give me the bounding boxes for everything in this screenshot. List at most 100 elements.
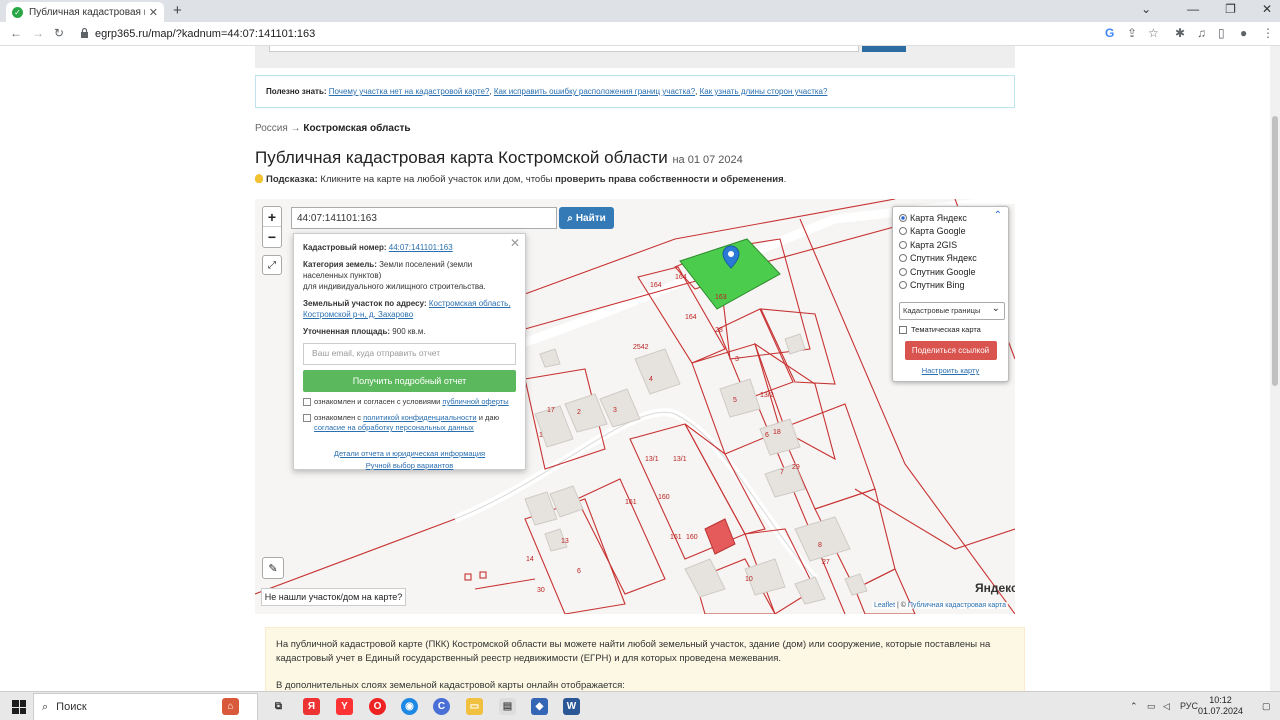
parcel-label: 7 [780, 469, 784, 476]
layer-option-yandex-map[interactable]: Карта Яндекс [899, 211, 1002, 225]
cad-number-link[interactable]: 44:07:141101:163 [389, 243, 453, 252]
pkk-link[interactable]: Публичная кадастровая карта [908, 602, 1006, 609]
parcel-label: 17 [547, 407, 555, 414]
extensions-icon[interactable]: ✱ [1175, 26, 1185, 40]
reload-icon[interactable]: ↻ [54, 26, 64, 40]
opera-icon[interactable]: O [369, 698, 386, 715]
cadastral-map[interactable]: 163 164 164 164 28 3 2542 4 5 13/2 6 18 … [255, 199, 1015, 614]
layer-label: Спутник Bing [910, 280, 965, 291]
top-search-input[interactable] [269, 46, 859, 52]
overlay-select[interactable]: Кадастровые границы [899, 302, 1005, 320]
radio[interactable] [899, 227, 907, 236]
manual-select-link[interactable]: Ручной выбор вариантов [366, 461, 454, 470]
tip-link-missing[interactable]: Почему участка нет на кадастровой карте? [329, 87, 490, 96]
ruler-icon[interactable]: ✎ [262, 557, 284, 579]
zoom-in-button[interactable]: + [263, 207, 281, 227]
radio[interactable] [899, 254, 907, 263]
radio[interactable] [899, 281, 907, 290]
close-tab-icon[interactable]: ✕ [149, 6, 158, 19]
layer-option-2gis-map[interactable]: Карта 2GIS [899, 238, 1002, 252]
network-icon[interactable]: ▭ [1147, 701, 1156, 712]
offer-link[interactable]: публичной оферты [442, 397, 508, 406]
taskbar-clock[interactable]: 10:12 01.07.2024 [1198, 695, 1243, 717]
not-found-button[interactable]: Не нашли участок/дом на карте? [261, 588, 406, 606]
scrollbar-thumb[interactable] [1272, 116, 1278, 386]
close-popup-icon[interactable]: ✕ [510, 236, 520, 250]
menu-icon[interactable]: ⋮ [1262, 26, 1274, 40]
radio[interactable] [899, 240, 907, 249]
restore-icon[interactable]: ❐ [1225, 2, 1236, 16]
find-button[interactable]: ⌕ Найти [559, 207, 614, 229]
radio[interactable] [899, 267, 907, 276]
consent-link[interactable]: согласие на обработку персональных данны… [314, 423, 474, 432]
cadastral-search-input[interactable] [291, 207, 557, 229]
google-icon[interactable]: G [1105, 26, 1114, 40]
share-icon[interactable]: ⇪ [1127, 26, 1137, 40]
zoom-control: + − [262, 206, 282, 248]
parcel-info-popup: ✕ Кадастровый номер: 44:07:141101:163 Ка… [293, 233, 526, 470]
details-link[interactable]: Детали отчета и юридическая информация [334, 449, 485, 458]
url-field[interactable]: egrp365.ru/map/?kadnum=44:07:141101:163 [95, 28, 315, 40]
bookmark-star-icon[interactable]: ☆ [1148, 26, 1159, 40]
layer-option-yandex-satellite[interactable]: Спутник Яндекс [899, 252, 1002, 266]
media-icon[interactable]: ♫ [1197, 26, 1206, 40]
parcel-label: 163 [715, 294, 727, 301]
privacy-link[interactable]: политикой конфиденциальности [363, 413, 476, 422]
yandex-browser-icon[interactable]: Я [303, 698, 320, 715]
windows-taskbar: ⌕ Поиск ⌂ ⧉ Я Y O ◉ C ▭ ▤ ◆ W ⌃ ▭ ◁ РУС … [0, 691, 1280, 720]
breadcrumb-root[interactable]: Россия [255, 123, 288, 134]
notifications-icon[interactable]: ▢ [1262, 701, 1271, 712]
page-scrollbar[interactable] [1270, 46, 1280, 691]
radio-selected[interactable] [899, 213, 907, 222]
parcel-label: 4 [649, 376, 653, 383]
tab-search-chevron-icon[interactable]: ⌄ [1141, 2, 1151, 16]
browser-icon[interactable]: ◉ [401, 698, 418, 715]
sidepanel-icon[interactable]: ▯ [1218, 26, 1225, 40]
new-tab-icon[interactable]: + [173, 2, 182, 19]
windows-start-icon[interactable] [12, 700, 26, 714]
task-view-icon[interactable]: ⧉ [270, 698, 287, 715]
file-explorer-icon[interactable]: ▭ [466, 698, 483, 715]
layer-option-google-map[interactable]: Карта Google [899, 225, 1002, 239]
layer-option-google-satellite[interactable]: Спутник Google [899, 265, 1002, 279]
breadcrumb-arrow: → [290, 123, 301, 134]
close-window-icon[interactable]: ✕ [1262, 2, 1272, 16]
privacy-text: ознакомлен с [314, 412, 362, 422]
thematic-checkbox[interactable] [899, 325, 907, 334]
offer-checkbox[interactable] [303, 398, 311, 406]
tip-link-fix-error[interactable]: Как исправить ошибку расположения границ… [494, 87, 695, 96]
window-controls: ⌄ — ❐ ✕ [1141, 2, 1272, 16]
volume-icon[interactable]: ◁ [1163, 701, 1170, 712]
tip-link-side-lengths[interactable]: Как узнать длины сторон участка? [700, 87, 828, 96]
chrome-icon[interactable]: C [433, 698, 450, 715]
forward-icon[interactable]: → [32, 26, 44, 40]
tray-chevron-icon[interactable]: ⌃ [1130, 701, 1138, 712]
app-icon[interactable]: ◆ [531, 698, 548, 715]
notepad-icon[interactable]: ▤ [499, 698, 516, 715]
email-input[interactable]: Ваш email, куда отправить отчет [303, 343, 516, 365]
leaflet-link[interactable]: Leaflet [874, 602, 895, 609]
share-link-button[interactable]: Поделиться ссылкой [904, 341, 997, 360]
layer-option-bing-satellite[interactable]: Спутник Bing [899, 279, 1002, 293]
get-report-button[interactable]: Получить подробный отчет [303, 370, 516, 392]
layer-label: Карта 2GIS [910, 239, 958, 250]
profile-icon[interactable]: ● [1240, 26, 1247, 40]
browser-tab[interactable]: ✓ Публичная кадастровая карта К ✕ [6, 2, 164, 22]
fullscreen-icon[interactable]: ⤢ [262, 255, 282, 275]
parcel-label: 3 [735, 356, 739, 363]
cad-label: Кадастровый номер: [303, 243, 387, 252]
parcel-label: 29 [792, 464, 800, 471]
collapse-chevron-icon[interactable]: ⌃ [994, 210, 1002, 221]
zoom-out-button[interactable]: − [263, 227, 281, 247]
back-icon[interactable]: ← [10, 26, 22, 40]
language-indicator[interactable]: РУС [1180, 701, 1198, 711]
minimize-icon[interactable]: — [1187, 2, 1199, 16]
privacy-checkbox[interactable] [303, 413, 311, 422]
widget-icon[interactable]: ⌂ [222, 698, 239, 715]
yandex-app-icon[interactable]: Y [336, 698, 353, 715]
parcel-label: 5 [733, 397, 737, 404]
taskbar-search-label: Поиск [56, 701, 87, 713]
top-search-button[interactable] [862, 46, 906, 52]
word-icon[interactable]: W [563, 698, 580, 715]
configure-map-link[interactable]: Настроить карту [899, 366, 1002, 375]
